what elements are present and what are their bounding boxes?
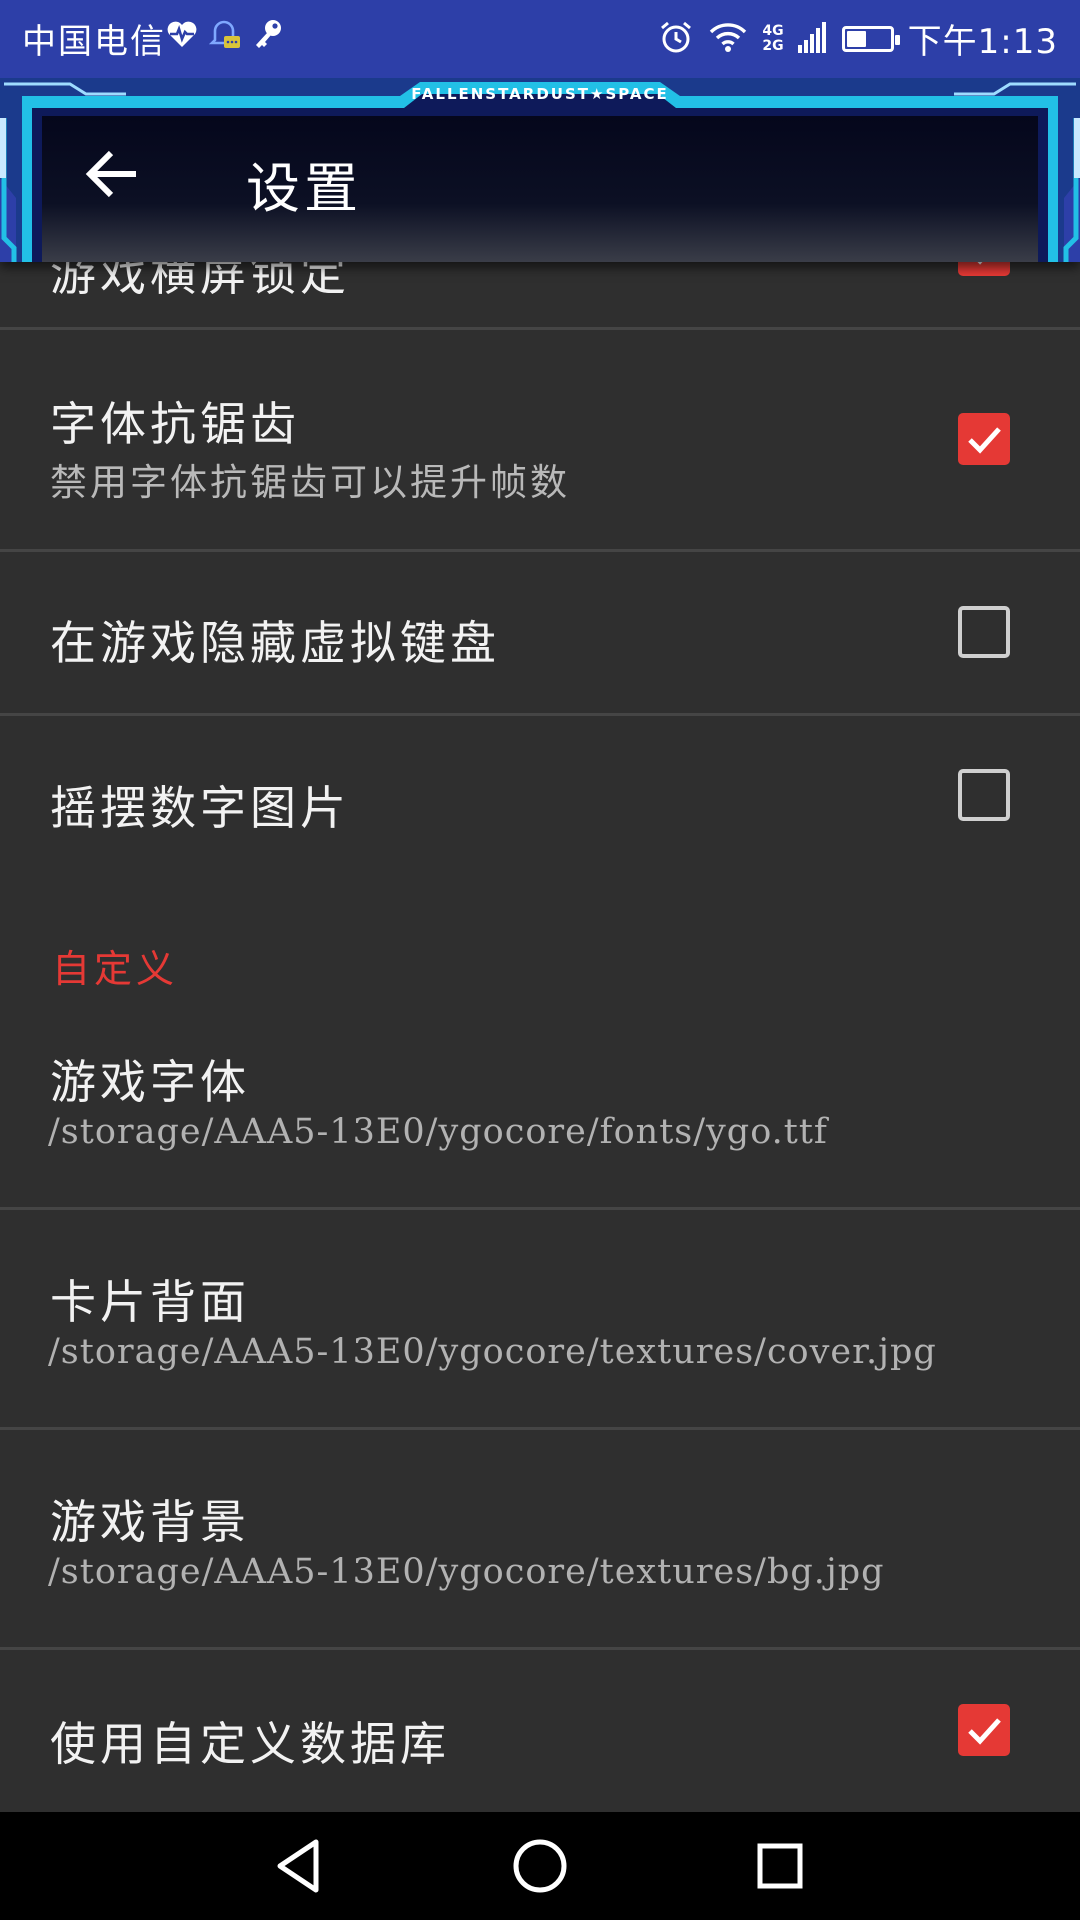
- network-type-bottom: 2G: [762, 37, 784, 54]
- signal-icon: [797, 21, 828, 57]
- system-nav-bar: [0, 1812, 1080, 1920]
- network-type-top: 4G: [762, 22, 784, 39]
- alarm-icon: [658, 19, 694, 59]
- setting-row-wobble-numbers[interactable]: 摇摆数字图片: [0, 716, 1080, 880]
- battery-icon: [841, 25, 900, 52]
- font-antialias-checkbox[interactable]: [958, 413, 1010, 465]
- toolbar-frame: [0, 78, 1080, 262]
- setting-label: 游戏背景: [50, 1495, 250, 1549]
- setting-label: 摇摆数字图片: [50, 781, 350, 835]
- setting-label: 游戏字体: [50, 1055, 250, 1109]
- setting-label: 字体抗锯齿: [50, 397, 300, 451]
- clock: 下午1:13: [907, 22, 1058, 62]
- carrier-name: 中国电信: [22, 22, 166, 62]
- settings-screen: 中国电信 4G 2G 下午1:13 游戏横屏锁定 字体抗锯齿 禁用字体抗锯齿可以…: [0, 0, 1080, 1920]
- recents-square-icon: [757, 1843, 803, 1889]
- setting-row-hide-keyboard[interactable]: 在游戏隐藏虚拟键盘: [0, 552, 1080, 716]
- custom-database-checkbox[interactable]: [958, 1704, 1010, 1756]
- setting-label: 在游戏隐藏虚拟键盘: [50, 616, 500, 670]
- back-button[interactable]: [76, 138, 148, 210]
- page-title: 设置: [246, 157, 362, 220]
- nav-back-button[interactable]: [270, 1834, 334, 1898]
- setting-path: /storage/AAA5-13E0/ygocore/textures/bg.j…: [48, 1552, 885, 1592]
- setting-path: /storage/AAA5-13E0/ygocore/textures/cove…: [48, 1332, 937, 1372]
- back-triangle-icon: [277, 1839, 319, 1893]
- battery-level: [846, 30, 866, 47]
- setting-summary: 禁用字体抗锯齿可以提升帧数: [50, 461, 570, 504]
- setting-row-font-antialias[interactable]: 字体抗锯齿 禁用字体抗锯齿可以提升帧数: [0, 330, 1080, 552]
- setting-row-card-back[interactable]: 卡片背面 /storage/AAA5-13E0/ygocore/textures…: [0, 1210, 1080, 1430]
- key-icon: [252, 17, 284, 55]
- wifi-icon: [708, 20, 748, 58]
- nav-recents-button[interactable]: [748, 1834, 812, 1898]
- status-right-icons: 4G 2G 下午1:13: [658, 14, 1058, 63]
- setting-row-game-font[interactable]: 游戏字体 /storage/AAA5-13E0/ygocore/fonts/yg…: [0, 1000, 1080, 1210]
- nav-home-button[interactable]: [508, 1834, 572, 1898]
- status-left-icons: [166, 16, 284, 56]
- network-type: 4G 2G: [762, 22, 784, 54]
- arrow-left-icon: [85, 150, 136, 198]
- notification-bell-icon: [208, 16, 242, 56]
- section-header-custom: 自定义: [52, 947, 179, 991]
- setting-label: 卡片背面: [50, 1275, 250, 1329]
- setting-path: /storage/AAA5-13E0/ygocore/fonts/ygo.ttf: [48, 1112, 828, 1152]
- status-bar: 中国电信 4G 2G 下午1:13: [0, 0, 1080, 78]
- setting-row-game-background[interactable]: 游戏背景 /storage/AAA5-13E0/ygocore/textures…: [0, 1430, 1080, 1650]
- brand-text: FALLENSTARDUST★SPACE: [411, 85, 669, 103]
- toolbar: FALLENSTARDUST★SPACE 设置: [0, 78, 1080, 262]
- setting-row-custom-database[interactable]: 使用自定义数据库: [0, 1650, 1080, 1812]
- heart-pulse-icon: [166, 19, 198, 53]
- setting-label: 使用自定义数据库: [50, 1717, 450, 1771]
- hide-keyboard-checkbox[interactable]: [958, 606, 1010, 658]
- wobble-numbers-checkbox[interactable]: [958, 769, 1010, 821]
- home-circle-icon: [513, 1839, 567, 1893]
